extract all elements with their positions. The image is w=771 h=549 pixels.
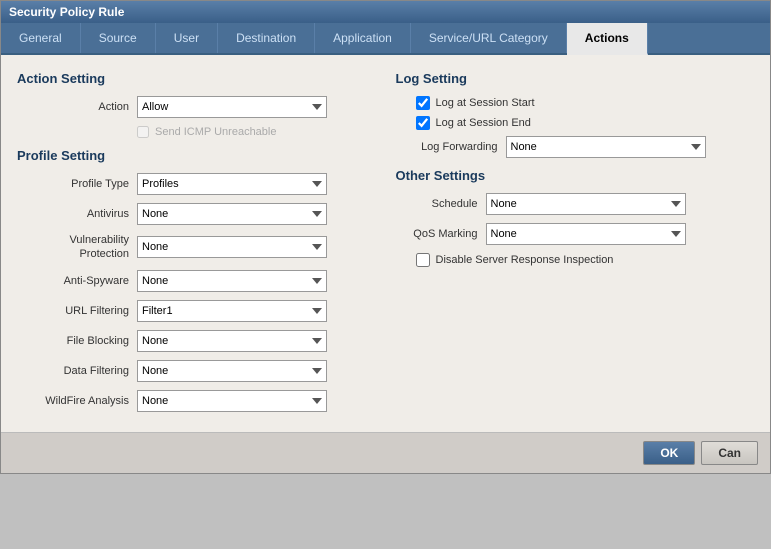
disable-server-row: Disable Server Response Inspection — [396, 253, 755, 267]
vuln-protection-row: VulnerabilityProtection None — [17, 233, 376, 262]
tab-source[interactable]: Source — [81, 23, 156, 53]
action-label: Action — [17, 101, 137, 113]
profile-setting-section: Profile Setting Profile Type Profiles An… — [17, 148, 376, 412]
send-icmp-label: Send ICMP Unreachable — [155, 126, 276, 138]
main-window: Security Policy Rule General Source User… — [0, 0, 771, 474]
qos-marking-select[interactable]: None — [486, 223, 686, 245]
qos-marking-label: QoS Marking — [396, 228, 486, 240]
cancel-button[interactable]: Can — [701, 441, 758, 465]
tab-service-url[interactable]: Service/URL Category — [411, 23, 567, 53]
ok-button[interactable]: OK — [643, 441, 695, 465]
antivirus-select[interactable]: None — [137, 203, 327, 225]
profile-type-select[interactable]: Profiles — [137, 173, 327, 195]
profile-type-row: Profile Type Profiles — [17, 173, 376, 195]
tab-user[interactable]: User — [156, 23, 218, 53]
data-filtering-label: Data Filtering — [17, 365, 137, 377]
file-blocking-select[interactable]: None — [137, 330, 327, 352]
wildfire-select[interactable]: None — [137, 390, 327, 412]
action-setting-title: Action Setting — [17, 71, 376, 86]
anti-spyware-label: Anti-Spyware — [17, 275, 137, 287]
tab-content: Action Setting Action Allow Send ICMP Un… — [1, 55, 770, 432]
right-column: Log Setting Log at Session Start Log at … — [396, 67, 755, 420]
log-session-start-checkbox[interactable] — [416, 96, 430, 110]
data-filtering-select[interactable]: None — [137, 360, 327, 382]
disable-server-checkbox[interactable] — [416, 253, 430, 267]
tab-destination[interactable]: Destination — [218, 23, 315, 53]
left-column: Action Setting Action Allow Send ICMP Un… — [17, 67, 376, 420]
tab-actions[interactable]: Actions — [567, 23, 648, 55]
action-select[interactable]: Allow — [137, 96, 327, 118]
vuln-protection-label: VulnerabilityProtection — [17, 233, 137, 262]
action-row: Action Allow — [17, 96, 376, 118]
data-filtering-row: Data Filtering None — [17, 360, 376, 382]
antivirus-row: Antivirus None — [17, 203, 376, 225]
wildfire-row: WildFire Analysis None — [17, 390, 376, 412]
url-filtering-row: URL Filtering Filter1 — [17, 300, 376, 322]
title-bar: Security Policy Rule — [1, 1, 770, 23]
file-blocking-label: File Blocking — [17, 335, 137, 347]
log-session-end-row: Log at Session End — [396, 116, 755, 130]
log-forwarding-row: Log Forwarding None — [396, 136, 755, 158]
antivirus-label: Antivirus — [17, 208, 137, 220]
other-settings-section: Other Settings Schedule None QoS Marking… — [396, 168, 755, 267]
disable-server-label: Disable Server Response Inspection — [436, 254, 614, 266]
qos-marking-row: QoS Marking None — [396, 223, 755, 245]
log-session-end-label: Log at Session End — [436, 117, 531, 129]
vuln-protection-select[interactable]: None — [137, 236, 327, 258]
anti-spyware-row: Anti-Spyware None — [17, 270, 376, 292]
log-forwarding-label: Log Forwarding — [396, 141, 506, 153]
log-setting-title: Log Setting — [396, 71, 755, 86]
log-forwarding-select[interactable]: None — [506, 136, 706, 158]
file-blocking-row: File Blocking None — [17, 330, 376, 352]
profile-type-label: Profile Type — [17, 178, 137, 190]
log-setting-section: Log Setting Log at Session Start Log at … — [396, 71, 755, 158]
log-session-start-row: Log at Session Start — [396, 96, 755, 110]
tab-bar: General Source User Destination Applicat… — [1, 23, 770, 55]
profile-setting-title: Profile Setting — [17, 148, 376, 163]
tab-general[interactable]: General — [1, 23, 81, 53]
tab-application[interactable]: Application — [315, 23, 411, 53]
action-setting-section: Action Setting Action Allow Send ICMP Un… — [17, 71, 376, 138]
url-filtering-select[interactable]: Filter1 — [137, 300, 327, 322]
window-title: Security Policy Rule — [9, 5, 124, 19]
schedule-select[interactable]: None — [486, 193, 686, 215]
url-filtering-label: URL Filtering — [17, 305, 137, 317]
send-icmp-row: Send ICMP Unreachable — [17, 126, 376, 138]
log-session-end-checkbox[interactable] — [416, 116, 430, 130]
schedule-label: Schedule — [396, 198, 486, 210]
footer: OK Can — [1, 432, 770, 473]
log-session-start-label: Log at Session Start — [436, 97, 535, 109]
send-icmp-checkbox[interactable] — [137, 126, 149, 138]
schedule-row: Schedule None — [396, 193, 755, 215]
other-settings-title: Other Settings — [396, 168, 755, 183]
wildfire-label: WildFire Analysis — [17, 395, 137, 407]
anti-spyware-select[interactable]: None — [137, 270, 327, 292]
